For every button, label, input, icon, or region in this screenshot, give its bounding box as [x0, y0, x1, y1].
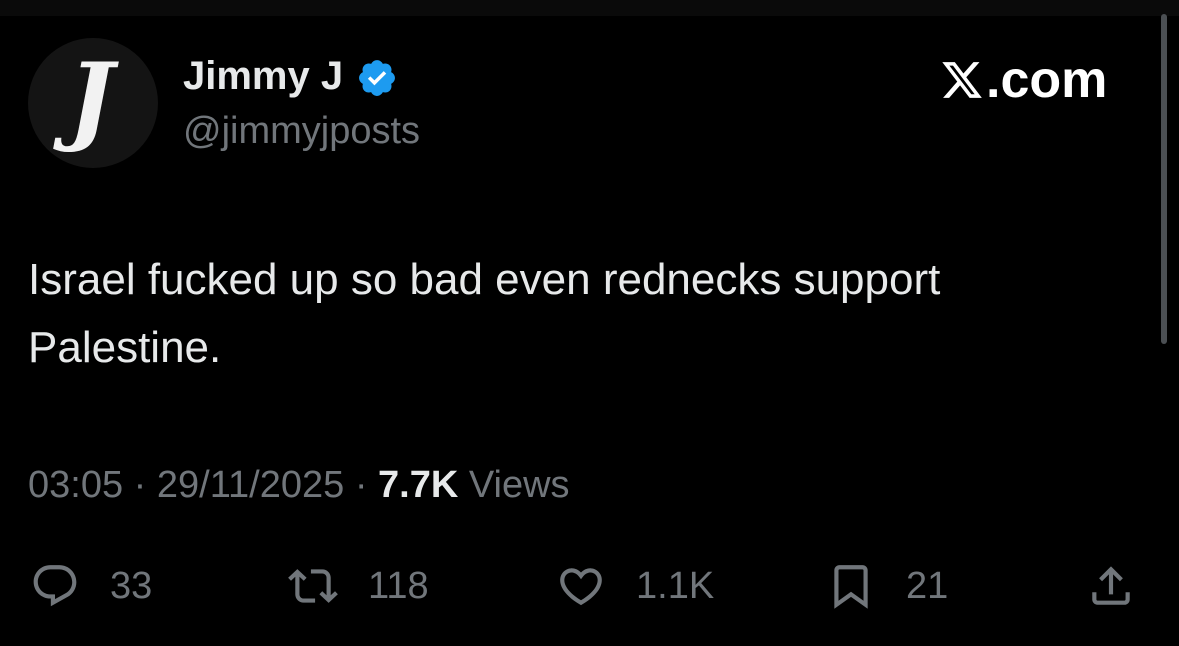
bookmark-icon [834, 565, 868, 609]
verified-badge-icon [359, 60, 395, 96]
display-name[interactable]: Jimmy J [183, 52, 343, 100]
avatar-letter: J [68, 42, 114, 155]
views-count: 7.7K [378, 464, 459, 506]
tweet-date[interactable]: 29/11/2025 [157, 464, 344, 506]
bookmark-count: 21 [906, 565, 949, 607]
repost-count: 118 [368, 565, 429, 607]
heart-icon [560, 568, 602, 606]
avatar[interactable]: J [28, 38, 158, 168]
top-strip [0, 0, 1179, 16]
share-button[interactable] [1086, 558, 1136, 614]
reply-icon [33, 565, 77, 607]
tweet-text: Israel fucked up so bad even rednecks su… [28, 255, 941, 372]
x-logo-icon [942, 62, 982, 98]
reply-button[interactable]: 33 [30, 558, 152, 614]
brand-logo: .com [940, 52, 1107, 108]
like-count: 1.1K [636, 565, 715, 607]
share-icon [1092, 566, 1130, 605]
bookmark-button[interactable]: 21 [826, 558, 948, 614]
tweet-meta: 03:05 · 29/11/2025 · 7.7K Views [28, 462, 570, 508]
tweet-time[interactable]: 03:05 [28, 464, 123, 506]
handle[interactable]: @jimmyjposts [183, 108, 420, 154]
repost-button[interactable]: 118 [288, 558, 429, 614]
views-label: Views [468, 464, 570, 506]
tweet-screenshot: J Jimmy J @jimmyjposts .com Israel fucke… [0, 0, 1179, 646]
reply-count: 33 [110, 565, 153, 607]
meta-separator: · [133, 464, 147, 506]
scrollbar[interactable] [1161, 14, 1167, 344]
brand-text: .com [986, 51, 1108, 109]
like-button[interactable]: 1.1K [556, 558, 714, 614]
repost-icon [288, 569, 338, 603]
meta-separator: · [354, 464, 368, 506]
